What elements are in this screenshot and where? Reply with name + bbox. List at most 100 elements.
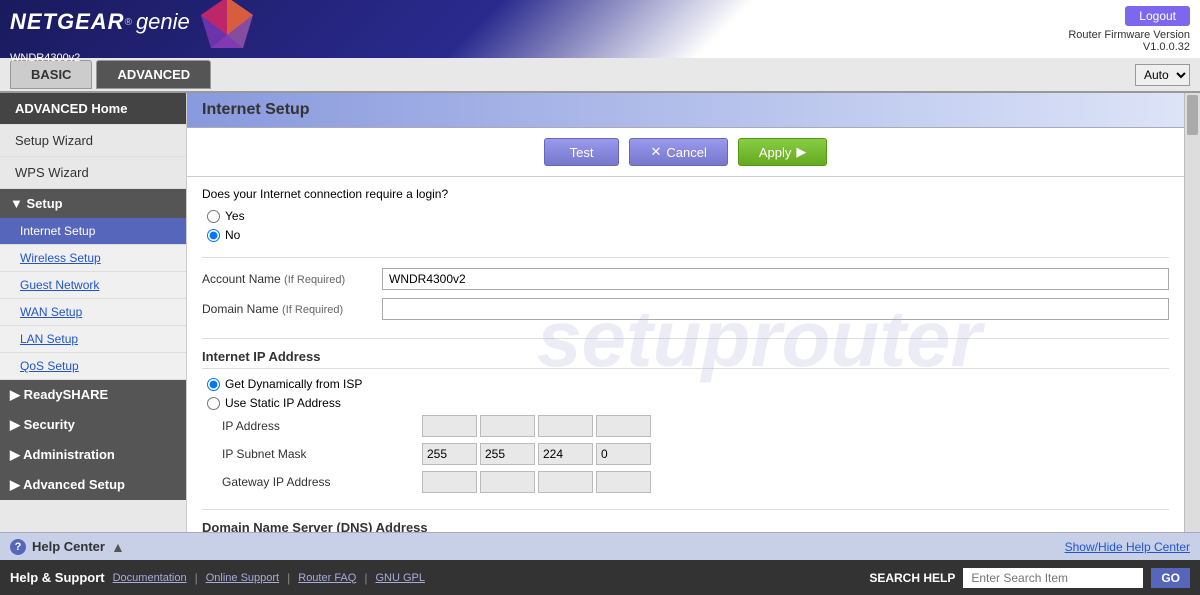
radio-yes[interactable]	[207, 210, 220, 223]
help-question-icon: ?	[10, 539, 26, 555]
sidebar-section-advanced-setup[interactable]: ▶ Advanced Setup	[0, 470, 186, 500]
login-question: Does your Internet connection require a …	[202, 187, 1169, 201]
ip-octet-2[interactable]	[480, 415, 535, 437]
domain-name-input[interactable]	[382, 298, 1169, 320]
account-name-row: Account Name (If Required)	[202, 268, 1169, 290]
radio-static[interactable]	[207, 397, 220, 410]
account-name-label: Account Name (If Required)	[202, 272, 382, 286]
sidebar-section-security[interactable]: ▶ Security	[0, 410, 186, 440]
radio-yes-row: Yes	[202, 209, 1169, 223]
cancel-button[interactable]: ✕ Cancel	[629, 138, 727, 166]
search-label: SEARCH HELP	[869, 571, 955, 585]
sidebar-item-wps-wizard[interactable]: WPS Wizard	[0, 157, 186, 189]
gateway-fields	[422, 471, 651, 493]
dynamic-label: Get Dynamically from ISP	[225, 377, 362, 391]
ip-section-title: Internet IP Address	[202, 349, 1169, 369]
ip-address-fields	[422, 415, 651, 437]
tab-advanced[interactable]: ADVANCED	[96, 60, 211, 89]
radio-dynamic-row: Get Dynamically from ISP	[202, 377, 1169, 391]
logout-button[interactable]: Logout	[1125, 6, 1190, 26]
search-input[interactable]	[963, 568, 1143, 588]
online-support-link[interactable]: Online Support	[206, 572, 279, 584]
scrollbar[interactable]	[1184, 93, 1200, 532]
subnet-octet-4[interactable]	[596, 443, 651, 465]
sidebar-section-administration[interactable]: ▶ Administration	[0, 440, 186, 470]
search-go-button[interactable]: GO	[1151, 568, 1190, 588]
static-label: Use Static IP Address	[225, 396, 341, 410]
sidebar-item-qos-setup[interactable]: QoS Setup	[0, 353, 186, 380]
sidebar-item-wireless-setup[interactable]: Wireless Setup	[0, 245, 186, 272]
footer: Help & Support Documentation | Online Su…	[0, 560, 1200, 595]
firmware-label: Router Firmware Version	[1068, 29, 1190, 41]
action-bar: Test ✕ Cancel Apply ▶	[187, 128, 1184, 177]
page-title: Internet Setup	[187, 93, 1184, 128]
documentation-link[interactable]: Documentation	[113, 572, 187, 584]
account-section: Account Name (If Required) Domain Name (…	[187, 258, 1184, 338]
header-right: Logout Router Firmware Version V1.0.0.32	[1068, 6, 1190, 53]
logo-genie: genie	[136, 9, 190, 35]
sidebar-item-setup-wizard[interactable]: Setup Wizard	[0, 125, 186, 157]
help-center-bar: ? Help Center ▲ Show/Hide Help Center	[0, 532, 1200, 560]
gnu-gpl-link[interactable]: GNU GPL	[375, 572, 425, 584]
sidebar-item-guest-network[interactable]: Guest Network	[0, 272, 186, 299]
router-faq-link[interactable]: Router FAQ	[298, 572, 356, 584]
apply-label: Apply	[759, 145, 792, 160]
gateway-octet-2[interactable]	[480, 471, 535, 493]
apply-button[interactable]: Apply ▶	[738, 138, 828, 166]
subnet-octet-2[interactable]	[480, 443, 535, 465]
test-button[interactable]: Test	[544, 138, 620, 166]
subnet-octet-1[interactable]	[422, 443, 477, 465]
sidebar-item-internet-setup[interactable]: Internet Setup	[0, 218, 186, 245]
sidebar-section-readyshare[interactable]: ▶ ReadySHARE	[0, 380, 186, 410]
tab-basic[interactable]: BASIC	[10, 60, 92, 89]
logo-diamond-icon	[200, 0, 255, 50]
gateway-octet-3[interactable]	[538, 471, 593, 493]
content-wrapper: Internet Setup Test ✕ Cancel Apply ▶ Doe…	[187, 93, 1200, 532]
radio-no-row: No	[202, 228, 1169, 242]
ip-octet-4[interactable]	[596, 415, 651, 437]
ip-section: Internet IP Address Get Dynamically from…	[187, 339, 1184, 509]
yes-label: Yes	[225, 209, 245, 223]
domain-name-label: Domain Name (If Required)	[202, 302, 382, 316]
subnet-fields	[422, 443, 651, 465]
tab-right: Auto	[1135, 64, 1190, 86]
dns-section-title: Domain Name Server (DNS) Address	[202, 520, 1169, 532]
language-select[interactable]: Auto	[1135, 64, 1190, 86]
logo-reg: ®	[125, 17, 132, 28]
scroll-thumb[interactable]	[1187, 95, 1198, 135]
radio-no[interactable]	[207, 229, 220, 242]
model-name: WNDR4300v2	[10, 52, 255, 64]
subnet-octet-3[interactable]	[538, 443, 593, 465]
ip-octet-1[interactable]	[422, 415, 477, 437]
apply-arrow-icon: ▶	[796, 144, 806, 160]
login-section: Does your Internet connection require a …	[187, 177, 1184, 257]
account-name-input[interactable]	[382, 268, 1169, 290]
ip-octet-3[interactable]	[538, 415, 593, 437]
show-hide-help-link[interactable]: Show/Hide Help Center	[1065, 540, 1190, 554]
radio-dynamic[interactable]	[207, 378, 220, 391]
subnet-label: IP Subnet Mask	[202, 447, 422, 461]
dns-section: Domain Name Server (DNS) Address Get Aut…	[187, 510, 1184, 532]
ip-address-row: IP Address	[202, 415, 1169, 437]
content-area: Internet Setup Test ✕ Cancel Apply ▶ Doe…	[187, 93, 1184, 532]
sidebar-section-setup[interactable]: ▼ Setup	[0, 189, 186, 218]
subnet-row: IP Subnet Mask	[202, 443, 1169, 465]
gateway-octet-1[interactable]	[422, 471, 477, 493]
no-label: No	[225, 228, 240, 242]
footer-left: Help & Support Documentation | Online Su…	[10, 570, 425, 585]
sidebar-item-wan-setup[interactable]: WAN Setup	[0, 299, 186, 326]
gateway-octet-4[interactable]	[596, 471, 651, 493]
logo-netgear: NETGEAR	[10, 9, 125, 35]
help-center-left: ? Help Center ▲	[10, 539, 125, 555]
help-arrow-icon[interactable]: ▲	[111, 539, 125, 555]
sidebar-item-advanced-home[interactable]: ADVANCED Home	[0, 93, 186, 125]
sidebar-item-lan-setup[interactable]: LAN Setup	[0, 326, 186, 353]
logo-text: NETGEAR® genie	[10, 0, 255, 50]
gateway-row: Gateway IP Address	[202, 471, 1169, 493]
gateway-label: Gateway IP Address	[202, 475, 422, 489]
tabs: BASIC ADVANCED	[10, 60, 211, 89]
firmware-info: Router Firmware Version V1.0.0.32	[1068, 29, 1190, 53]
logo-area: NETGEAR® genie WNDR4300v2	[10, 0, 255, 64]
header: NETGEAR® genie WNDR4300v2 Logout Router …	[0, 0, 1200, 58]
cancel-x-icon: ✕	[650, 144, 661, 160]
